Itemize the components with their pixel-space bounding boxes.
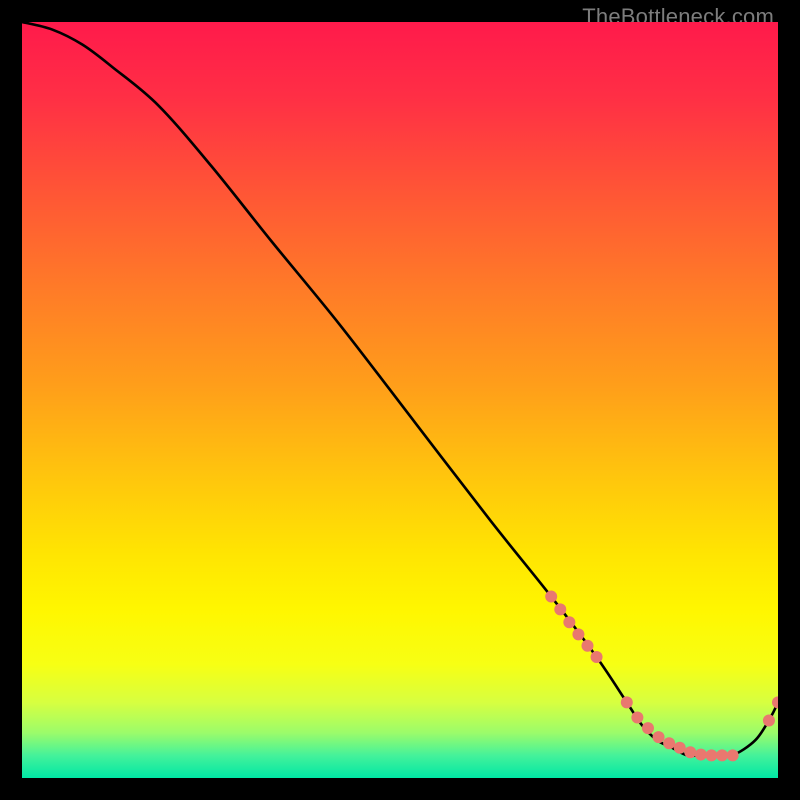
- chart-stage: TheBottleneck.com: [0, 0, 800, 800]
- marker-dot: [653, 731, 665, 743]
- marker-dot: [716, 749, 728, 761]
- marker-dots-group: [545, 591, 778, 762]
- plot-area: [22, 22, 778, 778]
- marker-dot: [705, 749, 717, 761]
- marker-dot: [545, 591, 557, 603]
- marker-dot: [554, 603, 566, 615]
- marker-dot: [621, 696, 633, 708]
- marker-dot: [684, 746, 696, 758]
- marker-dot: [642, 722, 654, 734]
- marker-dot: [763, 715, 775, 727]
- curve-layer: [22, 22, 778, 778]
- marker-dot: [695, 749, 707, 761]
- marker-dot: [581, 640, 593, 652]
- marker-dot: [674, 742, 686, 754]
- marker-dot: [591, 651, 603, 663]
- marker-dot: [572, 628, 584, 640]
- bottleneck-curve: [22, 22, 778, 756]
- marker-dot: [563, 616, 575, 628]
- marker-dot: [772, 696, 778, 708]
- marker-dot: [727, 749, 739, 761]
- marker-dot: [631, 712, 643, 724]
- marker-dot: [663, 737, 675, 749]
